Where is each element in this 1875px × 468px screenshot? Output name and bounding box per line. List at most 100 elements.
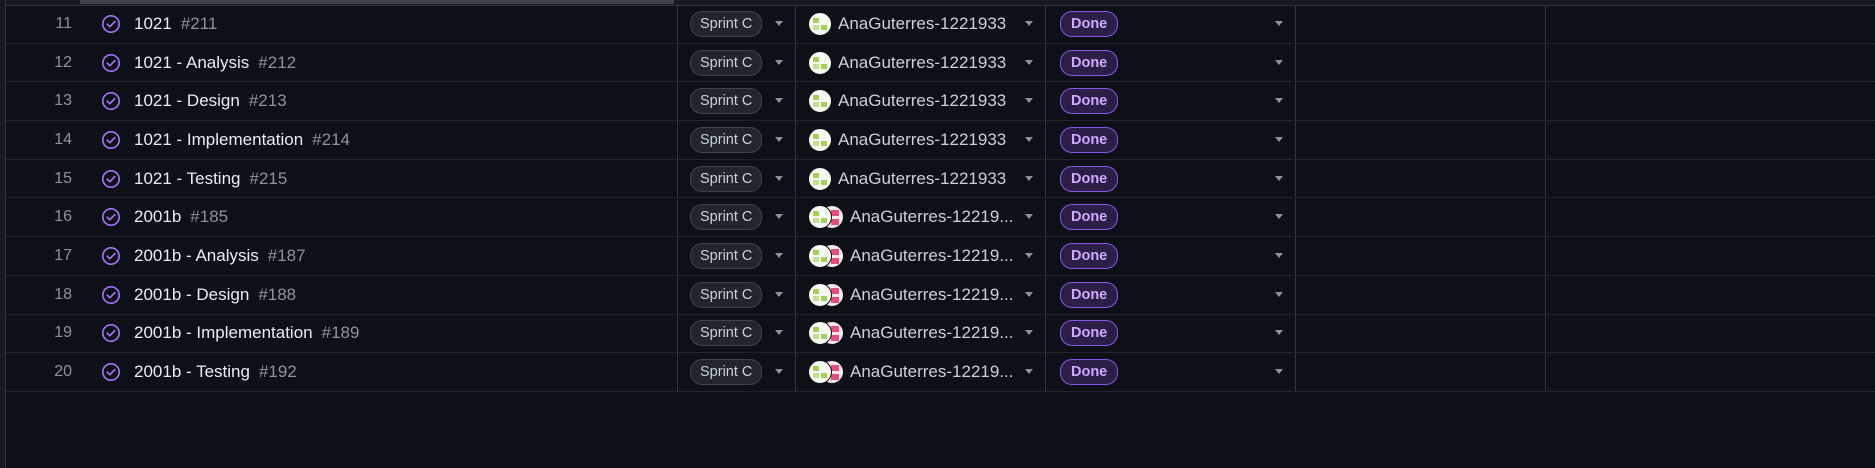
- empty-field-cell[interactable]: [1546, 5, 1875, 43]
- chevron-down-icon[interactable]: [1025, 214, 1033, 220]
- empty-field-cell[interactable]: [1546, 121, 1875, 159]
- chevron-down-icon[interactable]: [1025, 59, 1033, 65]
- table-row[interactable]: 15 1021 - Testing #215 Sprint C AnaGuter…: [6, 159, 1875, 199]
- table-row[interactable]: 17 2001b - Analysis #187 Sprint C AnaGut…: [6, 237, 1875, 276]
- title-cell[interactable]: 1021 #211: [88, 5, 678, 43]
- empty-field-cell[interactable]: [1546, 276, 1875, 314]
- assignee-name[interactable]: AnaGuterres-12219...: [850, 246, 1013, 266]
- chevron-down-icon[interactable]: [1275, 214, 1283, 220]
- empty-field-cell[interactable]: [1296, 43, 1546, 82]
- status-cell[interactable]: Done: [1046, 353, 1296, 391]
- issue-number[interactable]: #214: [312, 130, 350, 150]
- status-cell[interactable]: Done: [1046, 314, 1296, 353]
- empty-field-cell[interactable]: [1546, 237, 1875, 275]
- chevron-down-icon[interactable]: [775, 175, 783, 181]
- issue-title[interactable]: 2001b - Design: [134, 285, 249, 305]
- status-badge[interactable]: Done: [1060, 243, 1119, 270]
- status-badge[interactable]: Done: [1060, 320, 1119, 347]
- empty-field-cell[interactable]: [1546, 199, 1875, 237]
- chevron-down-icon[interactable]: [775, 214, 783, 220]
- empty-field-cell[interactable]: [1296, 353, 1546, 391]
- chevron-down-icon[interactable]: [1275, 59, 1283, 65]
- chevron-down-icon[interactable]: [775, 98, 783, 104]
- sprint-cell[interactable]: Sprint C: [678, 353, 796, 391]
- issue-title[interactable]: 2001b: [134, 207, 181, 227]
- empty-field-cell[interactable]: [1296, 5, 1546, 43]
- chevron-down-icon[interactable]: [775, 20, 783, 26]
- table-row[interactable]: 12 1021 - Analysis #212 Sprint C AnaGute…: [6, 43, 1875, 83]
- assignee-name[interactable]: AnaGuterres-1221933: [838, 130, 1006, 150]
- chevron-down-icon[interactable]: [1025, 136, 1033, 142]
- sprint-pill[interactable]: Sprint C: [690, 243, 763, 270]
- assignee-name[interactable]: AnaGuterres-12219...: [850, 285, 1013, 305]
- issue-number[interactable]: #215: [249, 169, 287, 189]
- issue-number[interactable]: #185: [190, 207, 228, 227]
- status-cell[interactable]: Done: [1046, 198, 1296, 237]
- chevron-down-icon[interactable]: [1275, 98, 1283, 104]
- sprint-cell[interactable]: Sprint C: [678, 5, 796, 43]
- assignees-cell[interactable]: AnaGuterres-1221933: [796, 82, 1046, 121]
- issue-number[interactable]: #189: [322, 323, 360, 343]
- sprint-cell[interactable]: Sprint C: [678, 237, 796, 275]
- issue-title[interactable]: 2001b - Analysis: [134, 246, 259, 266]
- empty-field-cell[interactable]: [1296, 82, 1546, 121]
- chevron-down-icon[interactable]: [1275, 175, 1283, 181]
- issue-title[interactable]: 1021 - Testing: [134, 169, 240, 189]
- sprint-pill[interactable]: Sprint C: [690, 88, 763, 115]
- title-cell[interactable]: 2001b - Testing #192: [88, 353, 678, 391]
- title-cell[interactable]: 2001b - Analysis #187: [88, 237, 678, 275]
- chevron-down-icon[interactable]: [1275, 369, 1283, 375]
- status-cell[interactable]: Done: [1046, 121, 1296, 159]
- issue-number[interactable]: #187: [268, 246, 306, 266]
- sprint-pill[interactable]: Sprint C: [690, 320, 763, 347]
- empty-field-cell[interactable]: [1546, 353, 1875, 391]
- issue-title[interactable]: 1021: [134, 14, 172, 34]
- title-cell[interactable]: 1021 - Design #213: [88, 82, 678, 121]
- status-badge[interactable]: Done: [1060, 165, 1119, 192]
- status-badge[interactable]: Done: [1060, 359, 1119, 386]
- status-cell[interactable]: Done: [1046, 275, 1296, 314]
- title-cell[interactable]: 2001b - Implementation #189: [88, 314, 678, 353]
- sprint-pill[interactable]: Sprint C: [690, 204, 763, 231]
- empty-field-cell[interactable]: [1546, 315, 1875, 353]
- chevron-down-icon[interactable]: [775, 369, 783, 375]
- issue-title[interactable]: 2001b - Implementation: [134, 323, 313, 343]
- status-cell[interactable]: Done: [1046, 82, 1296, 121]
- chevron-down-icon[interactable]: [1275, 20, 1283, 26]
- issue-number[interactable]: #212: [258, 53, 296, 73]
- status-badge[interactable]: Done: [1060, 204, 1119, 231]
- sprint-pill[interactable]: Sprint C: [690, 359, 763, 386]
- assignee-name[interactable]: AnaGuterres-1221933: [838, 169, 1006, 189]
- title-cell[interactable]: 1021 - Implementation #214: [88, 121, 678, 159]
- empty-field-cell[interactable]: [1546, 160, 1875, 198]
- chevron-down-icon[interactable]: [1025, 175, 1033, 181]
- title-cell[interactable]: 1021 - Testing #215: [88, 159, 678, 198]
- sprint-pill[interactable]: Sprint C: [690, 10, 763, 37]
- assignee-name[interactable]: AnaGuterres-1221933: [838, 14, 1006, 34]
- issue-number[interactable]: #192: [259, 362, 297, 382]
- assignees-cell[interactable]: AnaGuterres-1221933: [796, 121, 1046, 159]
- sprint-pill[interactable]: Sprint C: [690, 49, 763, 76]
- assignees-cell[interactable]: AnaGuterres-1221933: [796, 159, 1046, 198]
- sprint-cell[interactable]: Sprint C: [678, 159, 796, 198]
- assignees-cell[interactable]: AnaGuterres-1221933: [796, 43, 1046, 82]
- empty-field-cell[interactable]: [1546, 44, 1875, 82]
- table-row[interactable]: 18 2001b - Design #188 Sprint C AnaGuter…: [6, 275, 1875, 315]
- issue-title[interactable]: 1021 - Analysis: [134, 53, 249, 73]
- chevron-down-icon[interactable]: [1025, 253, 1033, 259]
- table-row[interactable]: 19 2001b - Implementation #189 Sprint C …: [6, 314, 1875, 354]
- title-cell[interactable]: 2001b #185: [88, 198, 678, 237]
- issue-title[interactable]: 1021 - Implementation: [134, 130, 303, 150]
- title-cell[interactable]: 1021 - Analysis #212: [88, 43, 678, 82]
- chevron-down-icon[interactable]: [775, 291, 783, 297]
- empty-field-cell[interactable]: [1296, 237, 1546, 275]
- chevron-down-icon[interactable]: [1275, 330, 1283, 336]
- status-badge[interactable]: Done: [1060, 88, 1119, 115]
- sprint-pill[interactable]: Sprint C: [690, 165, 763, 192]
- assignee-name[interactable]: AnaGuterres-1221933: [838, 91, 1006, 111]
- status-cell[interactable]: Done: [1046, 5, 1296, 43]
- status-cell[interactable]: Done: [1046, 159, 1296, 198]
- chevron-down-icon[interactable]: [775, 253, 783, 259]
- sprint-cell[interactable]: Sprint C: [678, 198, 796, 237]
- chevron-down-icon[interactable]: [775, 136, 783, 142]
